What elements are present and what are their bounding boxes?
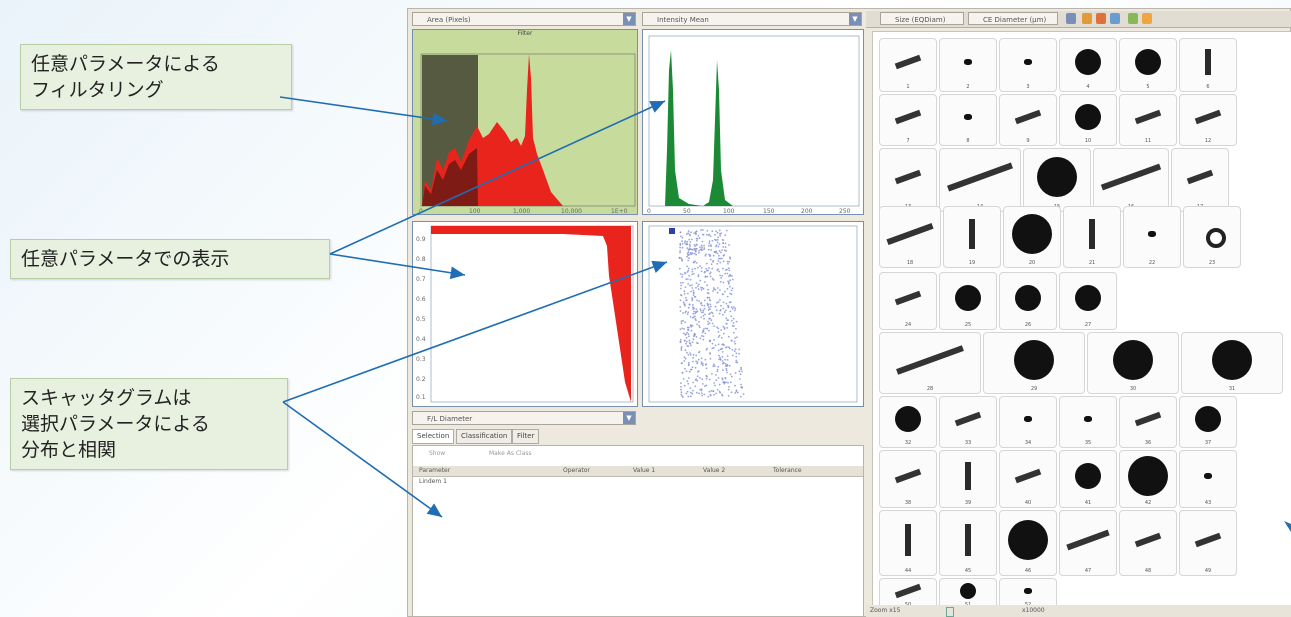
arrow-to-filter	[279, 96, 448, 126]
arrow-to-histogram	[329, 100, 666, 255]
arrow-to-table	[282, 401, 443, 518]
annotation-arrows	[279, 96, 1291, 532]
arrow-tip-right	[1284, 521, 1291, 532]
arrow-to-distribution	[329, 253, 466, 280]
arrow-to-scattergram	[282, 260, 668, 403]
